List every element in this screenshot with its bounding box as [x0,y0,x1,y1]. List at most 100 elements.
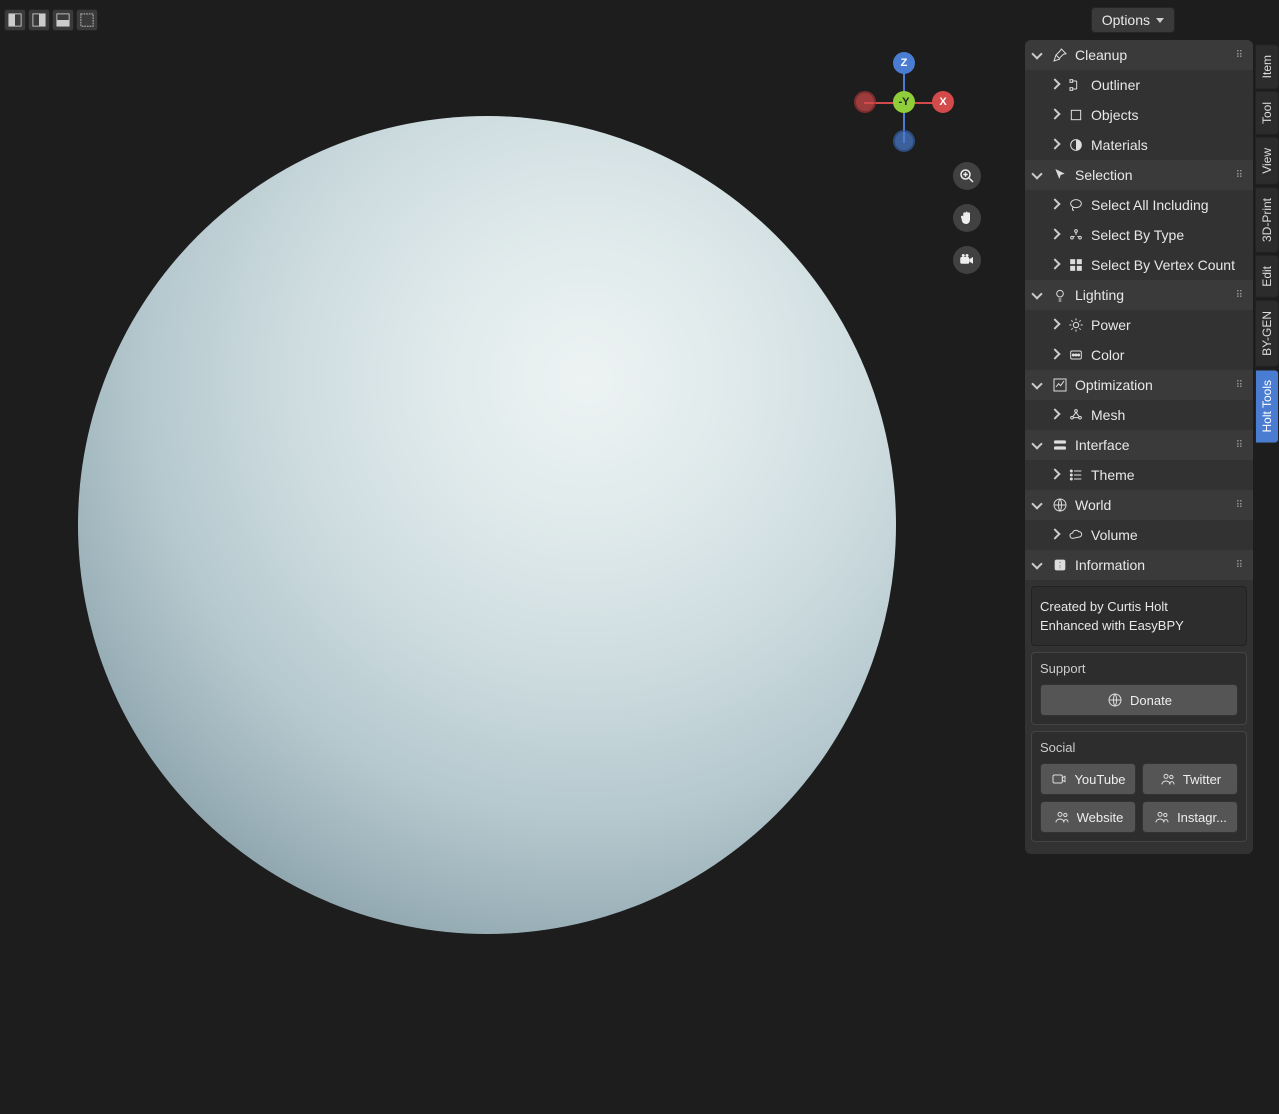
sub-label: Power [1091,317,1131,333]
objects-icon [1067,106,1085,124]
chevron-right-icon [1049,229,1061,241]
support-title: Support [1040,661,1238,676]
bulb-icon [1051,286,1069,304]
donate-button[interactable]: Donate [1040,684,1238,716]
item-theme[interactable]: Theme [1025,460,1253,490]
item-mesh[interactable]: Mesh [1025,400,1253,430]
instagram-button[interactable]: Instagr... [1142,801,1238,833]
gizmo-x-neg[interactable] [854,91,876,113]
overlay-toggle-2[interactable] [28,9,50,31]
section-label: Lighting [1075,287,1124,303]
pan-icon[interactable] [953,204,981,232]
sub-label: Color [1091,347,1124,363]
drag-grip-icon[interactable]: ⠿ [1236,290,1245,301]
drag-grip-icon[interactable]: ⠿ [1236,560,1245,571]
gizmo-z-neg[interactable] [893,130,915,152]
people-icon [1159,770,1177,788]
section-cleanup[interactable]: Cleanup ⠿ [1025,40,1253,70]
sub-label: Materials [1091,137,1148,153]
tab-view[interactable]: View [1255,137,1279,185]
options-dropdown[interactable]: Options [1091,7,1175,33]
list-icon [1067,466,1085,484]
btn-label: Instagr... [1177,810,1227,825]
top-toolbar: Options [0,4,1279,36]
section-selection[interactable]: Selection ⠿ [1025,160,1253,190]
gizmo-x[interactable]: X [932,91,954,113]
chevron-right-icon [1049,259,1061,271]
item-select-by-type[interactable]: Select By Type [1025,220,1253,250]
chevron-down-icon [1033,169,1045,181]
gizmo-z[interactable]: Z [893,52,915,74]
tab-holt-tools[interactable]: Holt Tools [1255,369,1279,443]
sub-label: Objects [1091,107,1138,123]
section-optimization[interactable]: Optimization ⠿ [1025,370,1253,400]
tab-bygen[interactable]: BY-GEN [1255,300,1279,367]
section-information[interactable]: Information ⠿ [1025,550,1253,580]
holt-tools-panel: Cleanup ⠿ Outliner Objects Materials Sel… [1025,40,1253,854]
info-enhanced: Enhanced with EasyBPY [1040,618,1238,633]
chevron-down-icon [1033,499,1045,511]
type-icon [1067,226,1085,244]
tab-tool[interactable]: Tool [1255,91,1279,135]
item-color[interactable]: Color [1025,340,1253,370]
section-label: Interface [1075,437,1129,453]
overlay-toggle-4[interactable] [76,9,98,31]
btn-label: Website [1077,810,1124,825]
sub-label: Outliner [1091,77,1140,93]
item-materials[interactable]: Materials [1025,130,1253,160]
tab-edit[interactable]: Edit [1255,255,1279,298]
tab-item[interactable]: Item [1255,44,1279,89]
people-icon [1053,808,1071,826]
item-objects[interactable]: Objects [1025,100,1253,130]
section-world[interactable]: World ⠿ [1025,490,1253,520]
btn-label: Twitter [1183,772,1221,787]
twitter-button[interactable]: Twitter [1142,763,1238,795]
interface-icon [1051,436,1069,454]
social-box: Social YouTube Twitter Website Instagr..… [1031,731,1247,842]
item-select-by-vertex[interactable]: Select By Vertex Count [1025,250,1253,280]
chevron-down-icon [1033,379,1045,391]
info-icon [1051,556,1069,574]
item-outliner[interactable]: Outliner [1025,70,1253,100]
item-volume[interactable]: Volume [1025,520,1253,550]
drag-grip-icon[interactable]: ⠿ [1236,380,1245,391]
section-label: Information [1075,557,1145,573]
support-box: Support Donate [1031,652,1247,725]
drag-grip-icon[interactable]: ⠿ [1236,170,1245,181]
palette-icon [1067,346,1085,364]
chevron-down-icon [1033,49,1045,61]
drag-grip-icon[interactable]: ⠿ [1236,50,1245,61]
tab-3dprint[interactable]: 3D-Print [1255,187,1279,253]
outliner-icon [1067,76,1085,94]
section-lighting[interactable]: Lighting ⠿ [1025,280,1253,310]
gizmo-y-neg[interactable]: -Y [893,91,915,113]
broom-icon [1051,46,1069,64]
sub-label: Theme [1091,467,1135,483]
info-author: Created by Curtis Holt [1040,599,1238,614]
btn-label: Donate [1130,693,1172,708]
chevron-right-icon [1049,199,1061,211]
item-power[interactable]: Power [1025,310,1253,340]
globe-icon [1106,691,1124,709]
grid-icon [1067,256,1085,274]
sun-icon [1067,316,1085,334]
chevron-right-icon [1049,139,1061,151]
chevron-right-icon [1049,529,1061,541]
section-interface[interactable]: Interface ⠿ [1025,430,1253,460]
lasso-icon [1067,196,1085,214]
youtube-button[interactable]: YouTube [1040,763,1136,795]
sidebar-tabs: Item Tool View 3D-Print Edit BY-GEN Holt… [1255,44,1279,443]
mesh-icon [1067,406,1085,424]
overlay-toggle-1[interactable] [4,9,26,31]
camera-icon[interactable] [953,246,981,274]
drag-grip-icon[interactable]: ⠿ [1236,500,1245,511]
overlay-toggle-3[interactable] [52,9,74,31]
axis-gizmo[interactable]: Z X -Y [854,52,954,152]
zoom-icon[interactable] [953,162,981,190]
section-label: Cleanup [1075,47,1127,63]
item-select-all-including[interactable]: Select All Including [1025,190,1253,220]
drag-grip-icon[interactable]: ⠿ [1236,440,1245,451]
website-button[interactable]: Website [1040,801,1136,833]
section-label: World [1075,497,1111,513]
sub-label: Select By Type [1091,227,1184,243]
